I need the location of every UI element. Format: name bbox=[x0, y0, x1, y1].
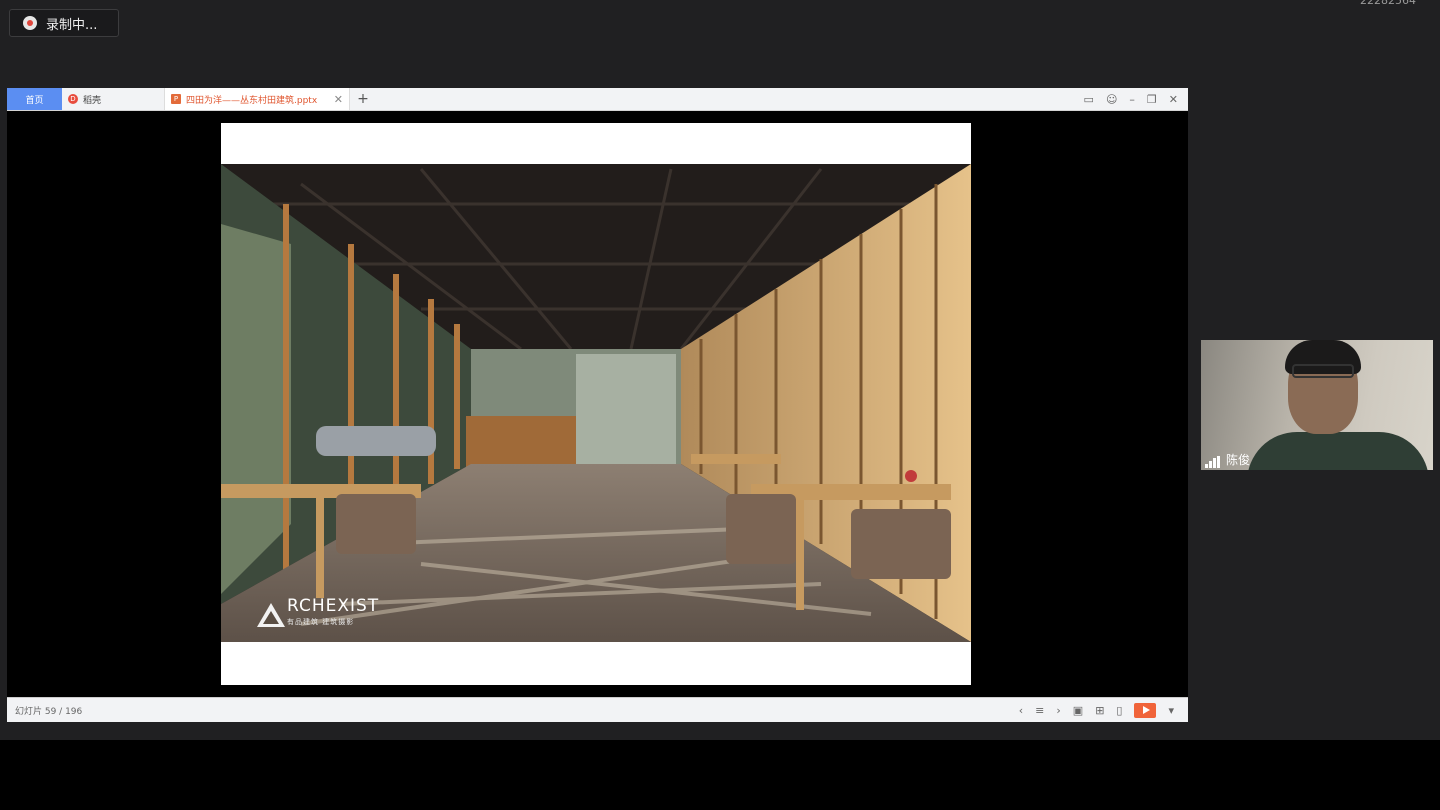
bottom-band bbox=[0, 740, 1440, 810]
normal-view-icon[interactable]: ▣ bbox=[1073, 704, 1083, 717]
close-window-icon[interactable]: ✕ bbox=[1169, 93, 1178, 106]
grid-view-icon[interactable]: ⊞ bbox=[1095, 704, 1104, 717]
close-tab-icon[interactable]: ✕ bbox=[334, 93, 343, 106]
recording-indicator[interactable]: 录制中... bbox=[9, 9, 119, 37]
chevron-down-icon[interactable]: ▾ bbox=[1168, 704, 1174, 717]
meeting-id: 22282564 bbox=[1360, 0, 1416, 7]
wps-presentation-window: 首页 D 稻壳 P 四田为洋——丛东村田建筑.pptx ✕ + ▭ ☺ – ❐ … bbox=[7, 88, 1188, 722]
docer-logo-icon: D bbox=[68, 94, 78, 104]
tab-file-label: 四田为洋——丛东村田建筑.pptx bbox=[186, 95, 318, 106]
restore-icon[interactable]: ❐ bbox=[1147, 93, 1157, 106]
window-controls: ▭ ☺ – ❐ ✕ bbox=[1084, 88, 1188, 110]
watermark-text: RCHEXIST 有品建筑 建筑摄影 bbox=[287, 598, 379, 627]
photo-watermark: RCHEXIST 有品建筑 建筑摄影 bbox=[257, 598, 379, 627]
participant-body bbox=[1247, 432, 1429, 470]
next-slide-icon[interactable]: › bbox=[1056, 704, 1060, 717]
participant-video[interactable]: 陈俊 bbox=[1201, 340, 1433, 470]
slide-canvas: RCHEXIST 有品建筑 建筑摄影 bbox=[221, 123, 971, 685]
tab-active-file[interactable]: P 四田为洋——丛东村田建筑.pptx ✕ bbox=[164, 88, 350, 110]
participant-label: 陈俊 bbox=[1205, 451, 1250, 468]
layout-icon[interactable]: ▭ bbox=[1084, 93, 1094, 106]
status-bar: 幻灯片 59 / 196 ‹ ≡ › ▣ ⊞ ▯ ▾ bbox=[7, 697, 1188, 722]
status-controls: ‹ ≡ › ▣ ⊞ ▯ ▾ bbox=[1019, 702, 1188, 718]
tab-docer-label: 稻壳 bbox=[83, 95, 102, 106]
participant-name: 陈俊 bbox=[1226, 453, 1251, 467]
slide-photo: RCHEXIST 有品建筑 建筑摄影 bbox=[221, 164, 971, 642]
watermark-brand: RCHEXIST bbox=[287, 596, 380, 616]
slide-counter: 幻灯片 59 / 196 bbox=[15, 706, 83, 717]
reading-view-icon[interactable]: ▯ bbox=[1116, 704, 1122, 717]
tab-home[interactable]: 首页 bbox=[7, 88, 62, 110]
tab-docer[interactable]: D 稻壳 bbox=[62, 88, 164, 110]
user-avatar-icon[interactable]: ☺ bbox=[1106, 93, 1117, 106]
watermark-subtitle: 有品建筑 建筑摄影 bbox=[287, 618, 355, 626]
cafe-interior-photo bbox=[221, 164, 971, 642]
record-icon bbox=[23, 16, 37, 30]
tab-bar: 首页 D 稻壳 P 四田为洋——丛东村田建筑.pptx ✕ + ▭ ☺ – ❐ … bbox=[7, 88, 1188, 111]
minimize-icon[interactable]: – bbox=[1129, 93, 1135, 106]
archexist-logo-icon bbox=[257, 603, 285, 627]
play-slideshow-button[interactable] bbox=[1134, 702, 1157, 718]
prev-slide-icon[interactable]: ‹ bbox=[1019, 704, 1023, 717]
participant-glasses bbox=[1292, 364, 1354, 378]
recording-label: 录制中... bbox=[46, 17, 98, 33]
signal-strength-icon bbox=[1205, 456, 1220, 468]
slide-list-icon[interactable]: ≡ bbox=[1035, 704, 1044, 717]
ppt-file-icon: P bbox=[171, 94, 181, 104]
new-tab-button[interactable]: + bbox=[350, 88, 376, 110]
